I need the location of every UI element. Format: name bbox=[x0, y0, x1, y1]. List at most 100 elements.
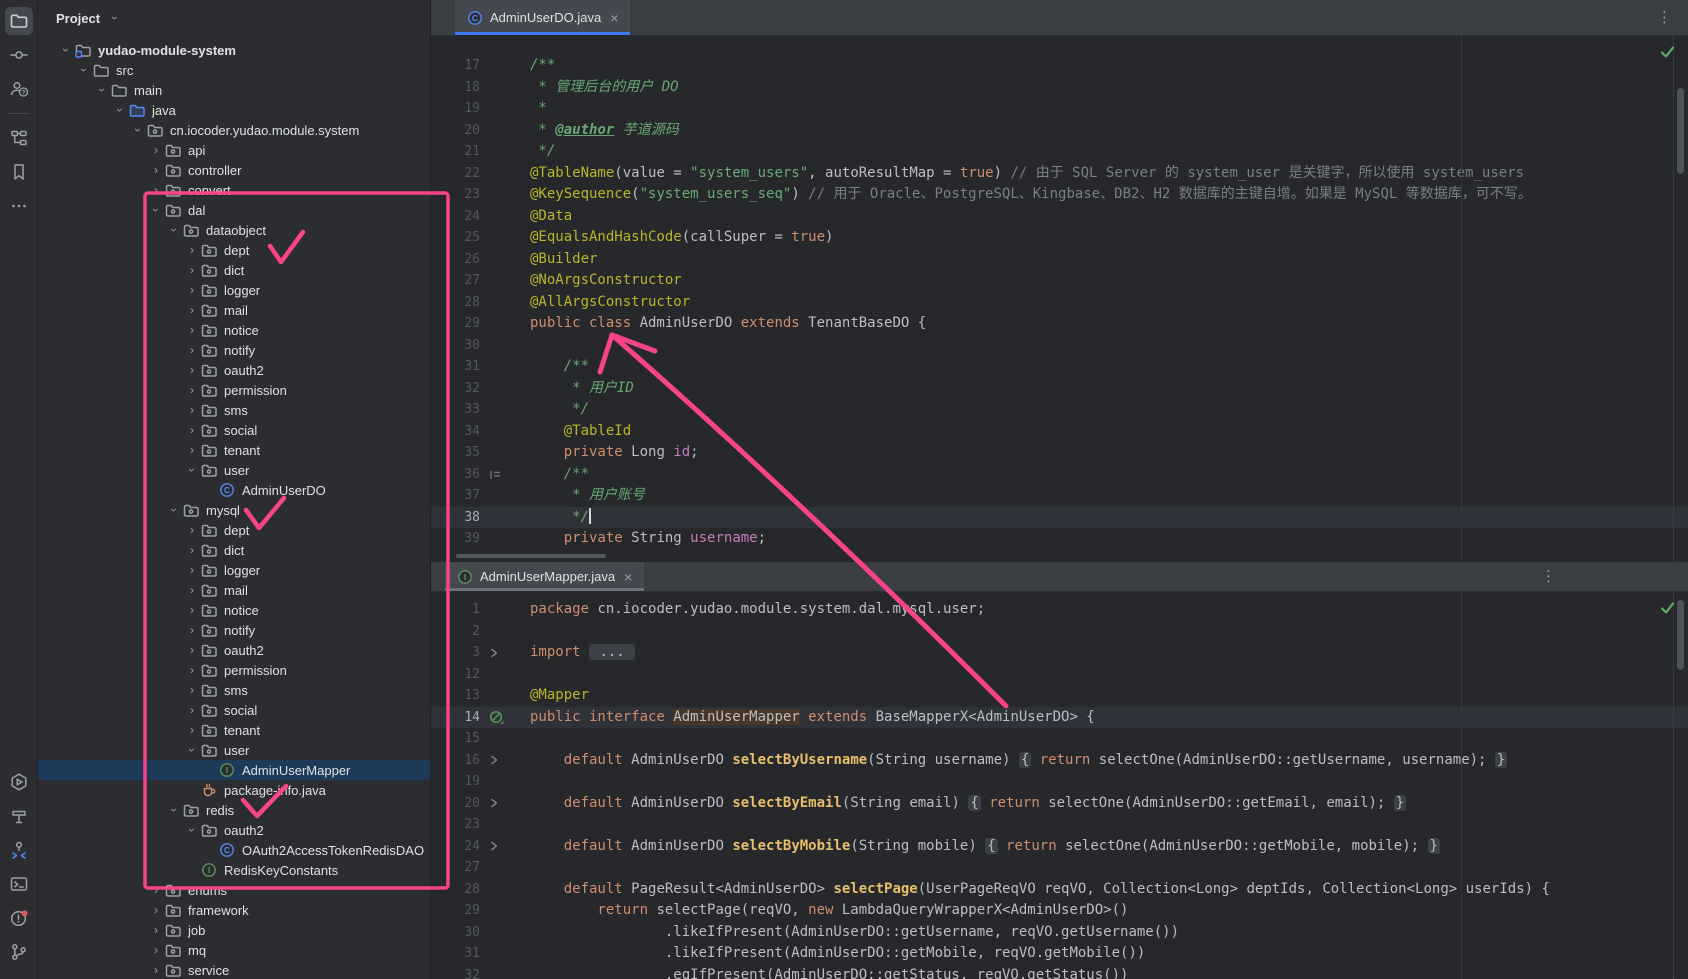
chevron-right-icon[interactable]: › bbox=[184, 662, 200, 678]
chevron-down-icon[interactable]: › bbox=[76, 62, 92, 78]
tree-item-job[interactable]: ›job bbox=[38, 920, 430, 940]
tree-item-oauth2[interactable]: ›oauth2 bbox=[38, 820, 430, 840]
toolwindow-button-structure[interactable] bbox=[5, 124, 33, 152]
tree-item-oauth2[interactable]: ›oauth2 bbox=[38, 640, 430, 660]
tree-item-java[interactable]: ›java bbox=[38, 100, 430, 120]
tree-item-tenant[interactable]: ›tenant bbox=[38, 720, 430, 740]
vertical-scrollbar-thumb[interactable] bbox=[1677, 88, 1684, 174]
toolwindow-button-more[interactable] bbox=[5, 192, 33, 220]
toolwindow-button-build[interactable] bbox=[5, 802, 33, 830]
chevron-right-icon[interactable]: › bbox=[184, 582, 200, 598]
chevron-right-icon[interactable]: › bbox=[148, 942, 164, 958]
tree-item-notice[interactable]: ›notice bbox=[38, 320, 430, 340]
tree-item-rediskeyconstants[interactable]: IRedisKeyConstants bbox=[38, 860, 430, 880]
chevron-right-icon[interactable]: › bbox=[184, 522, 200, 538]
chevron-right-icon[interactable]: › bbox=[184, 342, 200, 358]
chevron-down-icon[interactable]: › bbox=[112, 102, 128, 118]
tree-item-yudao-module-system[interactable]: ›yudao-module-system bbox=[38, 40, 430, 60]
tree-item-dept[interactable]: ›dept bbox=[38, 240, 430, 260]
vertical-scrollbar-thumb[interactable] bbox=[1677, 600, 1684, 670]
chevron-right-icon[interactable]: › bbox=[184, 242, 200, 258]
chevron-down-icon[interactable]: › bbox=[58, 42, 74, 58]
tree-item-oauth2accesstokenredisdao[interactable]: COAuth2AccessTokenRedisDAO bbox=[38, 840, 430, 860]
tree-item-mail[interactable]: ›mail bbox=[38, 300, 430, 320]
tree-item-notice[interactable]: ›notice bbox=[38, 600, 430, 620]
kebab-menu-icon[interactable]: ⋮ bbox=[1541, 569, 1556, 584]
chevron-right-icon[interactable]: › bbox=[184, 682, 200, 698]
tree-item-user[interactable]: ›user bbox=[38, 740, 430, 760]
chevron-right-icon[interactable]: › bbox=[148, 142, 164, 158]
code-editor-bottom[interactable]: 1package cn.iocoder.yudao.module.system.… bbox=[431, 592, 1688, 979]
close-icon[interactable]: × bbox=[624, 569, 632, 585]
tree-item-convert[interactable]: ›convert bbox=[38, 180, 430, 200]
tree-item-framework[interactable]: ›framework bbox=[38, 900, 430, 920]
toolwindow-button-terminal[interactable] bbox=[5, 870, 33, 898]
chevron-right-icon[interactable]: › bbox=[184, 382, 200, 398]
tree-item-mail[interactable]: ›mail bbox=[38, 580, 430, 600]
gutter[interactable] bbox=[489, 836, 530, 858]
chevron-down-icon[interactable]: › bbox=[166, 222, 182, 238]
tree-item-mysql[interactable]: ›mysql bbox=[38, 500, 430, 520]
tree-item-oauth2[interactable]: ›oauth2 bbox=[38, 360, 430, 380]
tree-item-dataobject[interactable]: ›dataobject bbox=[38, 220, 430, 240]
toolwindow-button-project[interactable] bbox=[5, 7, 33, 35]
tree-item-dict[interactable]: ›dict bbox=[38, 260, 430, 280]
chevron-right-icon[interactable]: › bbox=[184, 422, 200, 438]
tree-item-redis[interactable]: ›redis bbox=[38, 800, 430, 820]
chevron-right-icon[interactable]: › bbox=[148, 962, 164, 978]
chevron-down-icon[interactable]: › bbox=[166, 502, 182, 518]
gutter[interactable] bbox=[489, 750, 530, 772]
chevron-right-icon[interactable]: › bbox=[184, 282, 200, 298]
gutter[interactable] bbox=[489, 793, 530, 815]
tree-item-notify[interactable]: ›notify bbox=[38, 620, 430, 640]
tree-item-logger[interactable]: ›logger bbox=[38, 280, 430, 300]
code-editor-top[interactable]: 17/**18 * 管理后台的用户 DO19 *20 * @author 芋道源… bbox=[431, 36, 1688, 562]
chevron-right-icon[interactable]: › bbox=[148, 882, 164, 898]
toolwindow-button-git[interactable] bbox=[5, 938, 33, 966]
chevron-right-icon[interactable]: › bbox=[184, 362, 200, 378]
toolwindow-button-problems[interactable] bbox=[5, 904, 33, 932]
chevron-right-icon[interactable]: › bbox=[184, 262, 200, 278]
tree-item-social[interactable]: ›social bbox=[38, 700, 430, 720]
tree-item-dept[interactable]: ›dept bbox=[38, 520, 430, 540]
tree-item-dict[interactable]: ›dict bbox=[38, 540, 430, 560]
chevron-right-icon[interactable]: › bbox=[184, 722, 200, 738]
tree-item-adminuserdo[interactable]: CAdminUserDO bbox=[38, 480, 430, 500]
tab-adminusermapper-java[interactable]: I AdminUserMapper.java × bbox=[445, 562, 644, 591]
chevron-right-icon[interactable]: › bbox=[148, 182, 164, 198]
chevron-down-icon[interactable]: › bbox=[184, 822, 200, 838]
tree-item-logger[interactable]: ›logger bbox=[38, 560, 430, 580]
tree-item-src[interactable]: ›src bbox=[38, 60, 430, 80]
tree-item-dal[interactable]: ›dal bbox=[38, 200, 430, 220]
tree-item-sms[interactable]: ›sms bbox=[38, 680, 430, 700]
gutter[interactable] bbox=[489, 707, 530, 729]
chevron-right-icon[interactable]: › bbox=[184, 702, 200, 718]
toolwindow-button-bookmarks[interactable] bbox=[5, 158, 33, 186]
toolwindow-button-commit[interactable] bbox=[5, 41, 33, 69]
tree-item-sms[interactable]: ›sms bbox=[38, 400, 430, 420]
chevron-right-icon[interactable]: › bbox=[184, 562, 200, 578]
chevron-right-icon[interactable]: › bbox=[184, 642, 200, 658]
toolwindow-button-profiler[interactable] bbox=[5, 836, 33, 864]
tree-item-enums[interactable]: ›enums bbox=[38, 880, 430, 900]
close-icon[interactable]: × bbox=[610, 10, 618, 26]
chevron-down-icon[interactable]: › bbox=[166, 802, 182, 818]
tree-item-notify[interactable]: ›notify bbox=[38, 340, 430, 360]
chevron-right-icon[interactable]: › bbox=[184, 322, 200, 338]
tab-adminuserdo-java[interactable]: C AdminUserDO.java × bbox=[455, 0, 630, 35]
chevron-right-icon[interactable]: › bbox=[184, 402, 200, 418]
chevron-down-icon[interactable]: › bbox=[130, 122, 146, 138]
chevron-down-icon[interactable]: › bbox=[148, 202, 164, 218]
tree-item-adminusermapper[interactable]: IAdminUserMapper bbox=[38, 760, 430, 780]
chevron-down-icon[interactable]: › bbox=[184, 742, 200, 758]
tree-item-user[interactable]: ›user bbox=[38, 460, 430, 480]
inspection-ok-icon[interactable] bbox=[1659, 44, 1675, 60]
chevron-right-icon[interactable]: › bbox=[184, 622, 200, 638]
tree-item-permission[interactable]: ›permission bbox=[38, 660, 430, 680]
chevron-down-icon[interactable]: › bbox=[184, 462, 200, 478]
chevron-right-icon[interactable]: › bbox=[184, 302, 200, 318]
toolwindow-button-users-help[interactable]: ? bbox=[5, 75, 33, 103]
project-panel-header[interactable]: Project › bbox=[38, 0, 430, 36]
tree-item-mq[interactable]: ›mq bbox=[38, 940, 430, 960]
tree-item-tenant[interactable]: ›tenant bbox=[38, 440, 430, 460]
